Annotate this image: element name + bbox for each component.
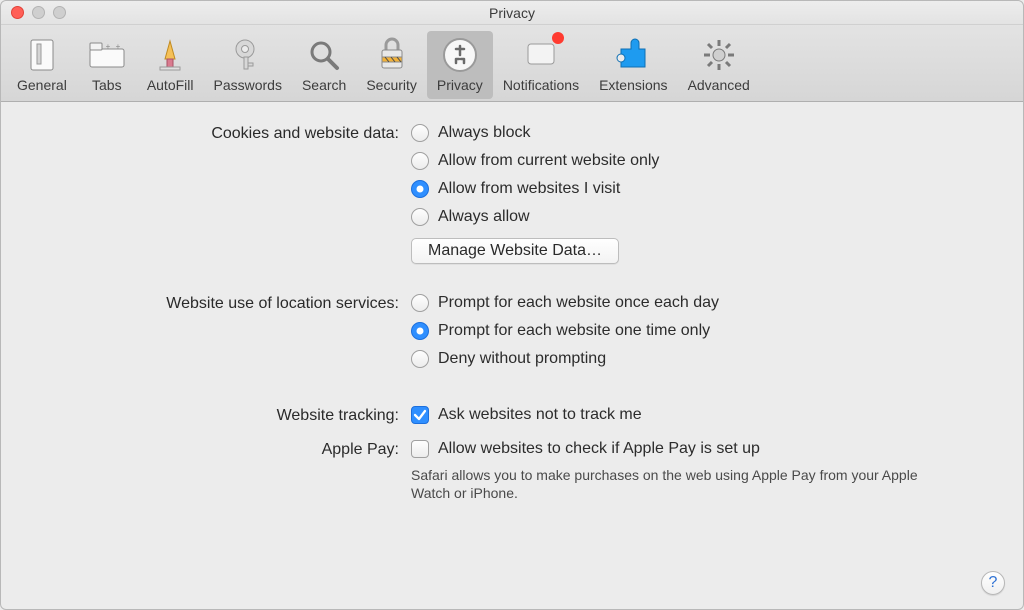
cookies-section: Cookies and website data: Always block A…	[41, 122, 983, 264]
location-option-deny[interactable]: Deny without prompting	[411, 348, 983, 370]
radio-icon	[411, 350, 429, 368]
cookies-option-always-allow[interactable]: Always allow	[411, 206, 983, 228]
zoom-button[interactable]	[53, 6, 66, 19]
cookies-option-current-only[interactable]: Allow from current website only	[411, 150, 983, 172]
cookies-label: Cookies and website data:	[41, 122, 411, 143]
radio-label: Allow from current website only	[438, 150, 659, 172]
help-icon: ?	[989, 574, 998, 592]
tracking-section: Website tracking: Ask websites not to tr…	[41, 404, 983, 432]
radio-icon	[411, 124, 429, 142]
svg-text:+: +	[115, 42, 120, 51]
location-option-prompt-once[interactable]: Prompt for each website one time only	[411, 320, 983, 342]
preferences-window: Privacy General ++ Tabs AutoFill Passwo	[0, 0, 1024, 610]
applepay-checkbox-row[interactable]: Allow websites to check if Apple Pay is …	[411, 438, 983, 460]
traffic-lights	[11, 6, 66, 19]
search-icon	[304, 35, 344, 75]
applepay-hint: Safari allows you to make purchases on t…	[411, 466, 931, 502]
applepay-section: Apple Pay: Allow websites to check if Ap…	[41, 438, 983, 502]
applepay-label: Apple Pay:	[41, 438, 411, 459]
radio-icon	[411, 208, 429, 226]
radio-label: Always block	[438, 122, 530, 144]
location-label: Website use of location services:	[41, 292, 411, 313]
tab-label: Search	[302, 77, 346, 93]
general-icon	[22, 35, 62, 75]
tab-label: Extensions	[599, 77, 667, 93]
radio-icon	[411, 152, 429, 170]
tab-label: Notifications	[503, 77, 579, 93]
content-pane: Cookies and website data: Always block A…	[1, 102, 1023, 516]
radio-label: Prompt for each website one time only	[438, 320, 710, 342]
radio-label: Always allow	[438, 206, 530, 228]
tab-passwords[interactable]: Passwords	[204, 31, 292, 99]
tab-search[interactable]: Search	[292, 31, 356, 99]
tab-label: General	[17, 77, 67, 93]
tab-security[interactable]: Security	[356, 31, 427, 99]
tab-general[interactable]: General	[7, 31, 77, 99]
cookies-option-always-block[interactable]: Always block	[411, 122, 983, 144]
tracking-checkbox-row[interactable]: Ask websites not to track me	[411, 404, 983, 426]
notifications-icon	[521, 35, 561, 75]
svg-text:+: +	[105, 42, 110, 51]
radio-icon	[411, 322, 429, 340]
radio-label: Deny without prompting	[438, 348, 606, 370]
window-title: Privacy	[489, 5, 535, 21]
radio-label: Prompt for each website once each day	[438, 292, 719, 314]
manage-website-data-button[interactable]: Manage Website Data…	[411, 238, 619, 264]
preferences-toolbar: General ++ Tabs AutoFill Passwords Searc…	[1, 25, 1023, 102]
minimize-button[interactable]	[32, 6, 45, 19]
tab-label: Privacy	[437, 77, 483, 93]
tab-extensions[interactable]: Extensions	[589, 31, 677, 99]
location-section: Website use of location services: Prompt…	[41, 292, 983, 376]
tab-label: Advanced	[688, 77, 750, 93]
titlebar: Privacy	[1, 1, 1023, 25]
tab-autofill[interactable]: AutoFill	[137, 31, 204, 99]
tab-label: Tabs	[92, 77, 122, 93]
checkbox-icon	[411, 406, 429, 424]
security-icon	[372, 35, 412, 75]
tab-privacy[interactable]: Privacy	[427, 31, 493, 99]
checkbox-icon	[411, 440, 429, 458]
tab-label: Security	[366, 77, 417, 93]
radio-label: Allow from websites I visit	[438, 178, 620, 200]
advanced-icon	[699, 35, 739, 75]
autofill-icon	[150, 35, 190, 75]
checkbox-label: Allow websites to check if Apple Pay is …	[438, 438, 760, 460]
extensions-icon	[613, 35, 653, 75]
passwords-icon	[228, 35, 268, 75]
radio-icon	[411, 294, 429, 312]
close-button[interactable]	[11, 6, 24, 19]
checkbox-label: Ask websites not to track me	[438, 404, 642, 426]
tabs-icon: ++	[87, 35, 127, 75]
tab-label: Passwords	[214, 77, 282, 93]
location-option-prompt-daily[interactable]: Prompt for each website once each day	[411, 292, 983, 314]
radio-icon	[411, 180, 429, 198]
cookies-option-visited[interactable]: Allow from websites I visit	[411, 178, 983, 200]
privacy-icon	[440, 35, 480, 75]
help-button[interactable]: ?	[981, 571, 1005, 595]
notifications-badge	[552, 32, 564, 44]
tab-notifications[interactable]: Notifications	[493, 31, 589, 99]
tracking-label: Website tracking:	[41, 404, 411, 425]
tab-tabs[interactable]: ++ Tabs	[77, 31, 137, 99]
tab-advanced[interactable]: Advanced	[678, 31, 760, 99]
tab-label: AutoFill	[147, 77, 194, 93]
